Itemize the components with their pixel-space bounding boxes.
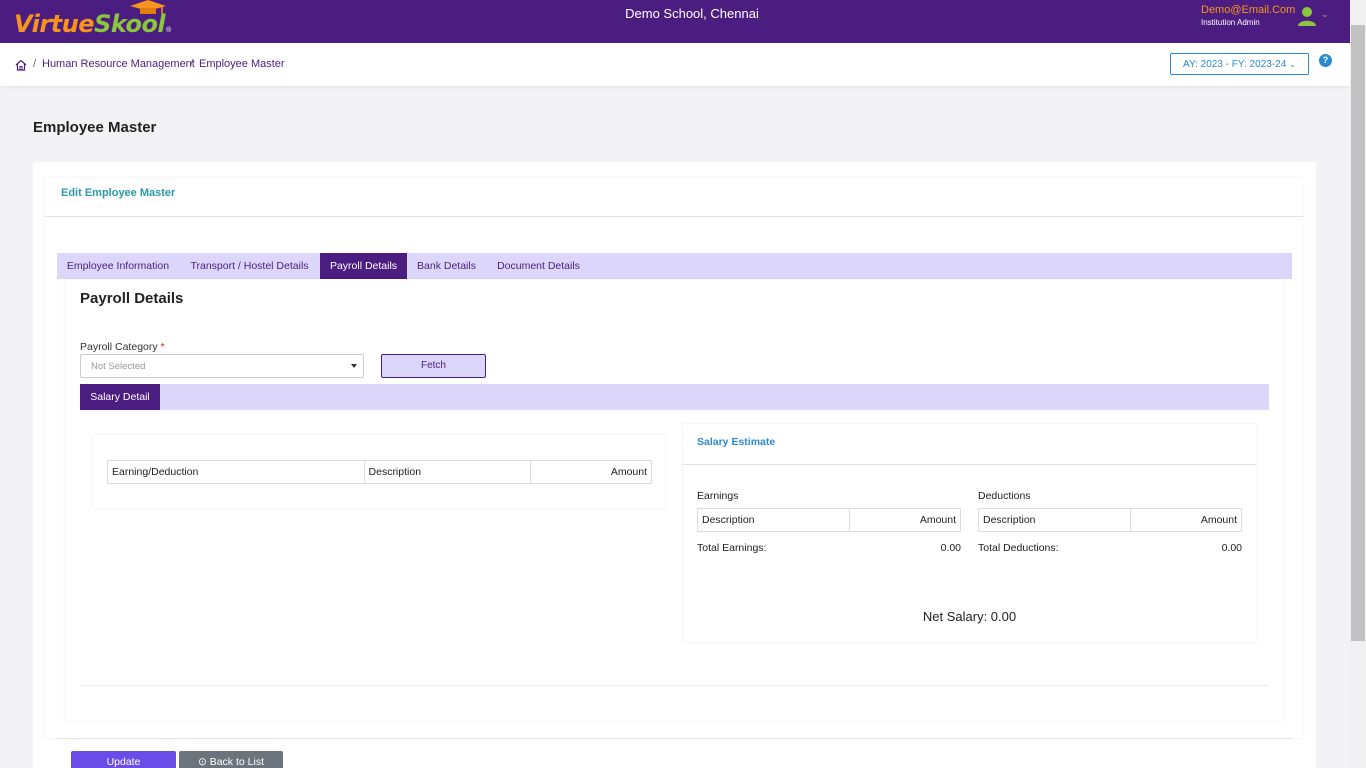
breadcrumb-separator: / bbox=[33, 58, 37, 70]
arrow-left-circle-icon: ⊙ bbox=[197, 756, 207, 768]
user-email[interactable]: Demo@Email.Com bbox=[1201, 4, 1295, 16]
divider bbox=[683, 464, 1256, 465]
section-title: Payroll Details bbox=[80, 290, 184, 307]
payroll-category-value: Not Selected bbox=[91, 361, 146, 372]
academic-year-value: AY: 2023 - FY: 2023-24 bbox=[1183, 58, 1287, 70]
breadcrumb-hr-management[interactable]: Human Resource Management bbox=[42, 58, 195, 70]
column-header-earning-deduction: Earning/Deduction bbox=[107, 460, 365, 484]
column-header-amount: Amount bbox=[530, 460, 652, 484]
back-to-list-button[interactable]: ⊙ Back to List bbox=[179, 751, 283, 768]
subtab-bar bbox=[80, 384, 1269, 410]
deductions-label: Deductions bbox=[978, 490, 1031, 502]
help-icon[interactable]: ? bbox=[1319, 54, 1332, 67]
academic-year-select[interactable]: AY: 2023 - FY: 2023-24 ⌄ bbox=[1170, 53, 1309, 75]
update-button[interactable]: Update bbox=[71, 751, 176, 768]
payroll-category-label: Payroll Category * bbox=[80, 341, 165, 353]
back-to-list-label: Back to List bbox=[209, 756, 264, 768]
divider bbox=[45, 216, 1303, 217]
logo-registered-mark: ® bbox=[166, 27, 172, 34]
column-header-description: Description bbox=[363, 460, 532, 484]
divider bbox=[57, 738, 1292, 739]
tab-salary-detail[interactable]: Salary Detail bbox=[80, 384, 160, 410]
page-title: Employee Master bbox=[33, 119, 157, 136]
tab-bank-details[interactable]: Bank Details bbox=[407, 253, 486, 279]
breadcrumb-separator: / bbox=[190, 58, 194, 70]
total-earnings-value: 0.00 bbox=[940, 542, 961, 554]
chevron-down-icon[interactable]: ⌄ bbox=[1321, 9, 1329, 20]
breadcrumb-employee-master: Employee Master bbox=[199, 58, 285, 70]
total-deductions-value: 0.00 bbox=[1221, 542, 1242, 554]
total-earnings-label: Total Earnings: bbox=[697, 542, 767, 554]
deductions-table: Description Amount bbox=[977, 508, 1242, 532]
tab-payroll-details[interactable]: Payroll Details bbox=[320, 253, 407, 279]
caret-down-icon bbox=[351, 364, 357, 368]
earnings-label: Earnings bbox=[697, 490, 739, 502]
user-role: Institution Admin bbox=[1201, 18, 1260, 27]
divider bbox=[80, 685, 1269, 686]
net-salary: Net Salary: 0.00 bbox=[922, 609, 1017, 624]
school-name: Demo School, Chennai bbox=[625, 6, 759, 21]
fetch-button[interactable]: Fetch bbox=[381, 354, 486, 378]
tab-employee-information[interactable]: Employee Information bbox=[57, 253, 179, 279]
chevron-down-icon: ⌄ bbox=[1289, 59, 1296, 69]
salary-detail-table: Earning/Deduction Description Amount bbox=[107, 460, 652, 484]
home-icon[interactable] bbox=[15, 59, 27, 71]
column-header-amount: Amount bbox=[1130, 508, 1242, 532]
tab-transport-hostel-details[interactable]: Transport / Hostel Details bbox=[179, 253, 320, 279]
salary-estimate-title: Salary Estimate bbox=[697, 436, 776, 448]
scrollbar-thumb[interactable] bbox=[1351, 25, 1365, 641]
column-header-description: Description bbox=[696, 508, 851, 532]
card-title: Edit Employee Master bbox=[61, 187, 176, 199]
earnings-table: Description Amount bbox=[696, 508, 961, 532]
column-header-amount: Amount bbox=[849, 508, 961, 532]
payroll-category-label-text: Payroll Category bbox=[80, 341, 158, 353]
column-header-description: Description bbox=[977, 508, 1132, 532]
payroll-category-select[interactable]: Not Selected bbox=[80, 354, 364, 378]
total-deductions-label: Total Deductions: bbox=[978, 542, 1059, 554]
required-marker: * bbox=[160, 341, 165, 353]
user-avatar-icon[interactable] bbox=[1296, 5, 1318, 27]
tab-document-details[interactable]: Document Details bbox=[486, 253, 591, 279]
